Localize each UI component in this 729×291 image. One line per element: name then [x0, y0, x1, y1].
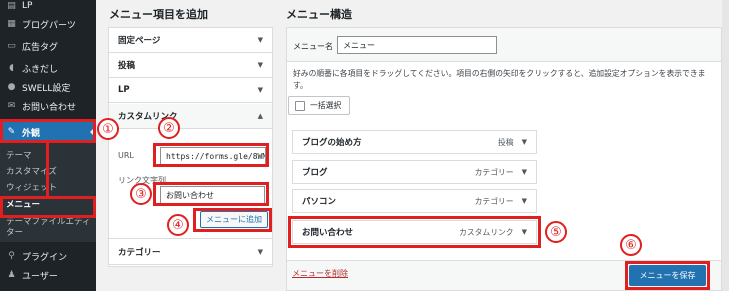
plugin-icon: ⚲: [8, 251, 15, 261]
add-items-title: メニュー項目を追加: [109, 8, 208, 21]
menu-name-label: メニュー名: [293, 42, 333, 51]
page-scrollbar[interactable]: [722, 0, 729, 291]
sidebar-item-label: ふきだし: [22, 64, 59, 75]
sidebar-item-contact[interactable]: ✉ お問い合わせ: [0, 95, 96, 117]
caret-down-icon: ▼: [257, 36, 263, 44]
menu-item-type: カテゴリー: [474, 167, 514, 177]
submenu-item-widget[interactable]: ウィジェット: [6, 183, 57, 194]
accordion-posts[interactable]: 投稿 ▼: [109, 53, 272, 78]
sidebar-item-label: 広告タグ: [22, 42, 59, 53]
bulk-select-checkbox[interactable]: [295, 100, 305, 111]
annotation-box-link-text: [153, 182, 269, 206]
menu-item-blog-start[interactable]: ブログの始め方 投稿 ▼: [292, 130, 537, 154]
annotation-box-menu: [0, 196, 96, 218]
menu-name-input[interactable]: メニュー: [337, 36, 497, 54]
annotation-box-add-button: [193, 208, 272, 232]
url-label: URL: [118, 151, 134, 160]
annotation-box-appearance: [0, 119, 96, 143]
accordion-label: 投稿: [118, 61, 136, 71]
delete-menu-link[interactable]: メニューを削除: [292, 268, 348, 279]
annotation-box-save: [625, 261, 710, 290]
sidebar-item-ad-tag[interactable]: ▭ 広告タグ: [0, 35, 96, 57]
caret-down-icon[interactable]: ▼: [522, 197, 527, 205]
menu-item-type: 投稿: [498, 137, 514, 147]
menu-item-title: ブログの始め方: [302, 138, 362, 148]
menu-item-type: カテゴリー: [474, 196, 514, 206]
bulk-select-label: 一括選択: [310, 101, 342, 110]
sidebar-item-label: SWELL設定: [22, 83, 71, 94]
annotation-number-1: ①: [97, 118, 119, 140]
accordion-category[interactable]: カテゴリー ▼: [109, 240, 272, 265]
accordion-label: カテゴリー: [118, 248, 161, 258]
parts-icon: ▦: [7, 19, 16, 29]
menu-structure-panel: メニュー名 メニュー 好みの順番に各項目をドラッグしてください。項目の右側の矢印…: [286, 27, 722, 291]
submenu-item-theme-file-editor[interactable]: テーマファイルエディ: [6, 217, 90, 228]
accordion-lp[interactable]: LP ▼: [109, 78, 272, 103]
accordion-label: LP: [118, 85, 130, 95]
annotation-box-url: [153, 143, 269, 167]
menu-structure-header: メニュー名 メニュー: [287, 28, 721, 62]
submenu-item-theme-file-editor-cont: ター: [6, 228, 24, 238]
sidebar-item-label: プラグイン: [22, 252, 68, 263]
annotation-number-3: ③: [130, 183, 152, 205]
sidebar-item-label: ユーザー: [22, 271, 58, 282]
instructions-text: 好みの順番に各項目をドラッグしてください。項目の右側の矢印をクリックすると、追加…: [293, 69, 706, 90]
annotation-number-4: ④: [167, 214, 189, 236]
annotation-number-6: ⑥: [620, 234, 642, 256]
accordion-pages[interactable]: 固定ページ ▼: [109, 28, 272, 53]
submenu-item-customize[interactable]: カスタマイズ: [6, 167, 57, 178]
annotation-number-2: ②: [158, 117, 180, 139]
annotation-box-contact-item: [288, 216, 541, 248]
sidebar-item-users[interactable]: ♟ ユーザー: [0, 264, 96, 286]
accordion-label: 固定ページ: [118, 36, 161, 46]
caret-down-icon[interactable]: ▼: [522, 138, 527, 146]
annotation-connector: [46, 143, 49, 198]
caret-down-icon: ▼: [257, 61, 263, 69]
sidebar-item-blog-parts[interactable]: ▦ ブログパーツ: [0, 13, 96, 35]
menu-item-blog[interactable]: ブログ カテゴリー ▼: [292, 160, 537, 184]
submenu-item-theme[interactable]: テーマ: [6, 151, 32, 162]
ad-icon: ▭: [7, 41, 16, 51]
caret-up-icon: ▲: [257, 112, 263, 120]
menu-item-title: ブログ: [302, 168, 328, 178]
bulk-select-control[interactable]: 一括選択: [288, 96, 350, 115]
caret-down-icon[interactable]: ▼: [522, 168, 527, 176]
caret-down-icon: ▼: [257, 86, 263, 94]
menu-item-pc[interactable]: パソコン カテゴリー ▼: [292, 189, 537, 213]
sidebar-item-label: ブログパーツ: [22, 20, 76, 31]
sidebar-item-label: LP: [22, 1, 33, 11]
menu-structure-title: メニュー構造: [286, 8, 352, 21]
mail-icon: ✉: [7, 101, 16, 111]
sidebar-item-label: お問い合わせ: [22, 102, 77, 113]
balloon-icon: ◖: [9, 63, 14, 73]
settings-icon: ●: [7, 82, 16, 92]
user-icon: ♟: [7, 270, 16, 280]
annotation-number-5: ⑤: [545, 221, 567, 243]
caret-down-icon: ▼: [257, 248, 263, 256]
accordion-custom-link[interactable]: カスタムリンク ▲: [109, 104, 272, 129]
page-icon: ▤: [7, 1, 16, 11]
menu-item-title: パソコン: [302, 197, 337, 207]
